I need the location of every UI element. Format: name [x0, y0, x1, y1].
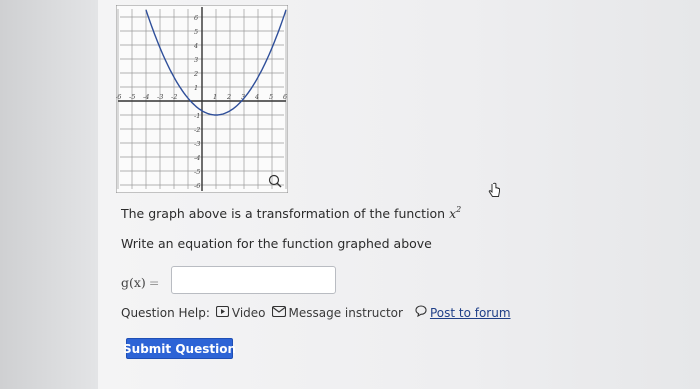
y-tick-label: 5 — [194, 28, 198, 36]
y-tick-label: 2 — [193, 70, 198, 78]
x-tick-label: 4 — [254, 93, 259, 101]
x-tick-label: 6 — [283, 93, 287, 101]
y-tick-label: 6 — [194, 14, 198, 22]
function-name: g(x) — [121, 275, 146, 290]
y-tick-label: -1 — [194, 112, 200, 120]
message-instructor-label: Message instructor — [288, 305, 403, 320]
post-to-forum-label: Post to forum — [429, 305, 511, 320]
question-prompt: The graph above is a transformation of t… — [121, 205, 461, 221]
video-icon — [215, 305, 229, 320]
y-tick-label: -4 — [194, 154, 200, 162]
x-tick-label: -4 — [143, 93, 149, 101]
prompt-text: The graph above is a transformation of t… — [121, 206, 446, 221]
y-tick-label: 4 — [193, 42, 198, 50]
y-tick-label: 1 — [194, 84, 198, 92]
y-tick-label: -2 — [194, 126, 200, 134]
x-tick-label: -2 — [171, 93, 177, 101]
x-tick-label: 5 — [269, 93, 273, 101]
equals-sign: = — [148, 275, 160, 290]
x-tick-label: -5 — [129, 93, 135, 101]
hand-cursor-icon — [488, 182, 500, 197]
submit-question-button[interactable]: Submit Question — [123, 338, 236, 359]
speech-bubble-icon — [415, 305, 427, 320]
y-tick-label: 3 — [194, 56, 198, 64]
y-tick-label: -6 — [194, 182, 200, 190]
envelope-icon — [271, 305, 286, 320]
left-background — [0, 0, 98, 389]
question-help-bar: Question Help: Video Message instructor … — [121, 305, 511, 320]
y-tick-label: -5 — [194, 168, 200, 176]
x-tick-label: 1 — [213, 93, 217, 101]
x-tick-label: 2 — [226, 93, 231, 101]
message-instructor-link[interactable]: Message instructor — [271, 305, 403, 320]
video-label: Video — [231, 305, 266, 320]
function-graph: -6-5-4-3-2123456654321-1-2-3-4-5-6 — [116, 5, 288, 193]
question-instruction: Write an equation for the function graph… — [121, 236, 432, 251]
y-tick-label: -3 — [194, 140, 200, 148]
prompt-function: x2 — [449, 205, 462, 221]
question-help-label: Question Help: — [121, 305, 210, 320]
x-tick-label: -3 — [157, 93, 163, 101]
post-to-forum-link[interactable]: Post to forum — [415, 305, 511, 320]
x-tick-label: -6 — [116, 93, 121, 101]
video-link[interactable]: Video — [215, 305, 266, 320]
answer-input[interactable] — [171, 266, 336, 294]
function-label: g(x) = — [121, 275, 159, 290]
